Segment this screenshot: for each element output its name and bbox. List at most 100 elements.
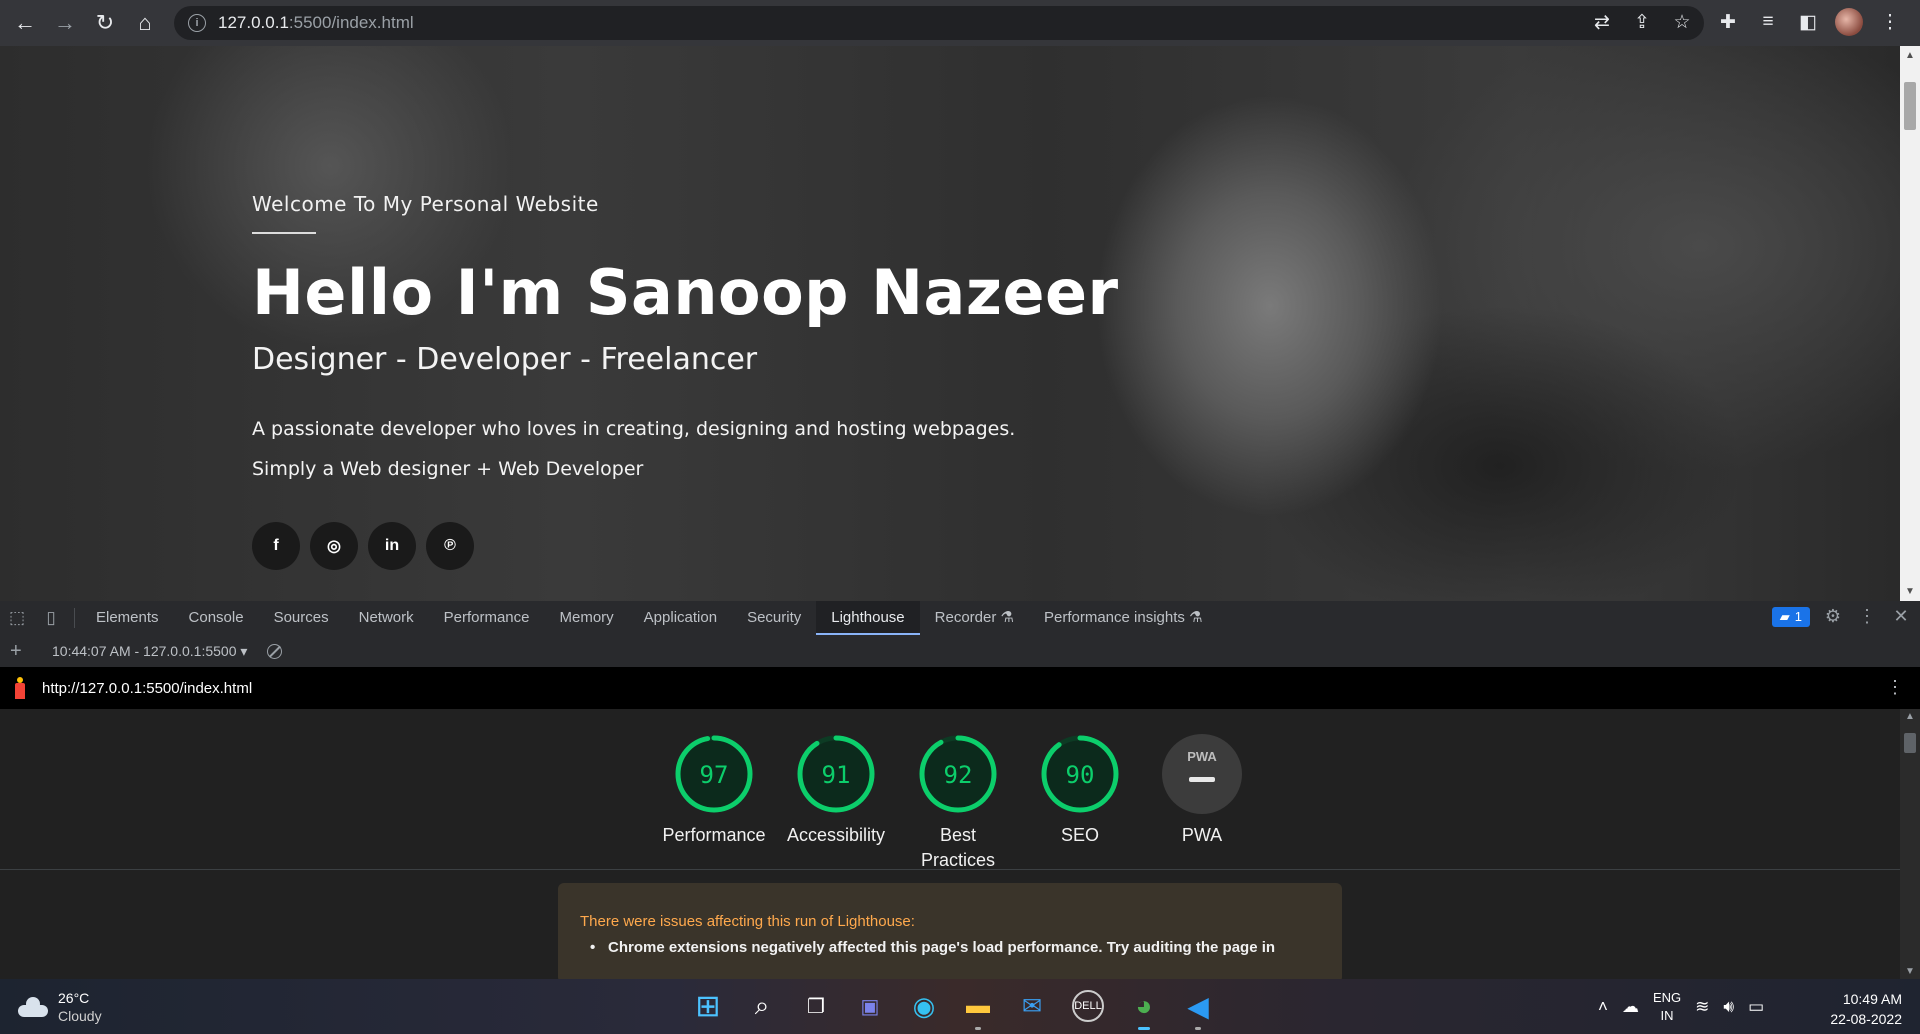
- pwa-badge-icon: PWA: [1162, 734, 1242, 814]
- close-icon[interactable]: ✕: [1890, 606, 1912, 627]
- gauge-seo[interactable]: 90 SEO: [1019, 733, 1141, 873]
- reload-icon[interactable]: ↻: [90, 8, 120, 38]
- scroll-up-arrow-icon[interactable]: ▲: [1905, 711, 1915, 722]
- pinterest-icon[interactable]: ℗: [426, 522, 474, 570]
- forward-icon[interactable]: →: [50, 8, 80, 38]
- report-url[interactable]: http://127.0.0.1:5500/index.html: [42, 680, 252, 697]
- devtools-scrollbar[interactable]: ▲ ▼: [1900, 709, 1920, 979]
- gauge-performance[interactable]: 97 Performance: [653, 733, 775, 873]
- gauge-ring: 97: [675, 735, 753, 813]
- browser-menu-icon[interactable]: ⋮: [1877, 11, 1903, 34]
- inspect-element-icon[interactable]: ⬚: [0, 608, 34, 628]
- tab-performance[interactable]: Performance: [429, 601, 545, 635]
- clear-reports-icon[interactable]: [267, 643, 283, 659]
- task-view-icon[interactable]: ❐: [798, 988, 834, 1024]
- taskbar-apps: ⊞ ⌕ ❐ ▣ ◉ ▬ ✉ DELL ◕ ◀: [690, 988, 1216, 1030]
- tab-recorder[interactable]: Recorder ⚗: [920, 601, 1029, 635]
- issues-icon: ▰: [1779, 608, 1790, 624]
- mail-icon[interactable]: ✉: [1014, 988, 1050, 1024]
- reading-list-icon[interactable]: ≡: [1755, 11, 1781, 33]
- page-scrollbar[interactable]: ▲ ▼: [1900, 46, 1920, 601]
- device-toolbar-icon[interactable]: ▯: [34, 608, 68, 628]
- vscode-icon[interactable]: ◀: [1180, 988, 1216, 1030]
- gauge-score: 97: [700, 761, 729, 789]
- teams-chat-icon[interactable]: ▣: [852, 988, 888, 1024]
- devtools-panel: ⬚ ▯ Elements Console Sources Network Per…: [0, 601, 1920, 979]
- tab-application[interactable]: Application: [629, 601, 732, 635]
- system-tray: ˄ ☁ ENG IN ≋ 🔊︎ ▭: [1598, 989, 1764, 1025]
- url-host: 127.0.0.1: [218, 13, 289, 32]
- issues-badge[interactable]: ▰ 1: [1771, 606, 1810, 627]
- report-selector[interactable]: 10:44:07 AM - 127.0.0.1:5500 ▾: [52, 643, 247, 660]
- devtools-scroll-thumb[interactable]: [1904, 733, 1916, 753]
- cloud-icon: [18, 997, 48, 1017]
- flask-icon: ⚗: [1000, 609, 1014, 626]
- edge-browser-icon[interactable]: ◉: [906, 988, 942, 1024]
- warning-title: There were issues affecting this run of …: [580, 913, 915, 930]
- tab-lighthouse[interactable]: Lighthouse: [816, 601, 920, 635]
- show-hidden-icons-chevron-icon[interactable]: ˄: [1598, 997, 1608, 1017]
- scroll-up-arrow-icon[interactable]: ▲: [1905, 50, 1915, 61]
- profile-avatar[interactable]: [1835, 8, 1863, 36]
- flask-icon: ⚗: [1189, 609, 1203, 626]
- report-menu-icon[interactable]: ⋮: [1886, 677, 1904, 698]
- onedrive-cloud-icon[interactable]: ☁: [1622, 997, 1639, 1017]
- address-url[interactable]: 127.0.0.1:5500/index.html: [218, 13, 414, 33]
- bookmark-star-icon[interactable]: ☆: [1670, 11, 1694, 34]
- linkedin-icon[interactable]: in: [368, 522, 416, 570]
- gauge-label: Best Practices: [920, 825, 996, 870]
- side-panel-icon[interactable]: ◧: [1795, 11, 1821, 34]
- report-divider: [0, 869, 1900, 870]
- pwa-badge-text: PWA: [1187, 749, 1217, 764]
- facebook-icon[interactable]: f: [252, 522, 300, 570]
- welcome-text: Welcome To My Personal Website: [252, 192, 599, 216]
- tab-memory[interactable]: Memory: [545, 601, 629, 635]
- tab-security[interactable]: Security: [732, 601, 816, 635]
- gauge-score: 90: [1066, 761, 1095, 789]
- dell-icon[interactable]: DELL: [1072, 990, 1104, 1022]
- wifi-icon[interactable]: ≋: [1695, 997, 1709, 1017]
- gauge-label: SEO: [1060, 825, 1099, 845]
- battery-icon[interactable]: ▭: [1748, 997, 1764, 1017]
- clock-date: 22-08-2022: [1830, 1011, 1902, 1027]
- gauge-pwa[interactable]: PWA PWA: [1141, 733, 1263, 873]
- gauge-label: Performance: [662, 825, 766, 845]
- gauge-best-practices[interactable]: 92 Best Practices: [897, 733, 1019, 873]
- language-indicator[interactable]: ENG IN: [1653, 989, 1681, 1025]
- tab-network[interactable]: Network: [344, 601, 429, 635]
- instagram-icon[interactable]: ◎: [310, 522, 358, 570]
- home-icon[interactable]: ⌂: [130, 8, 160, 38]
- back-icon[interactable]: ←: [10, 8, 40, 38]
- share-icon[interactable]: ⇪: [1630, 11, 1654, 34]
- volume-icon[interactable]: 🔊︎: [1723, 997, 1734, 1017]
- extensions-icon[interactable]: ✚: [1715, 11, 1741, 34]
- hero-description-2: Simply a Web designer + Web Developer: [252, 458, 644, 480]
- search-icon[interactable]: ⌕: [744, 988, 780, 1024]
- weather-widget[interactable]: 26°C Cloudy: [18, 989, 102, 1025]
- scroll-down-arrow-icon[interactable]: ▼: [1905, 586, 1915, 597]
- browser-toolbar: ← → ↻ ⌂ i 127.0.0.1:5500/index.html ⇄ ⇪ …: [0, 0, 1920, 46]
- tab-performance-insights[interactable]: Performance insights ⚗: [1029, 601, 1218, 635]
- lighthouse-report: 97 Performance 91 Accessibility 92 Best: [0, 709, 1900, 979]
- tab-sources[interactable]: Sources: [259, 601, 344, 635]
- translate-icon[interactable]: ⇄: [1590, 11, 1614, 34]
- gauge-label: Accessibility: [786, 825, 886, 845]
- chrome-icon[interactable]: ◕: [1126, 988, 1162, 1030]
- hero-roles: Designer - Developer - Freelancer: [252, 342, 758, 377]
- file-explorer-icon[interactable]: ▬: [960, 988, 996, 1030]
- settings-gear-icon[interactable]: ⚙: [1822, 606, 1844, 627]
- start-windows-icon[interactable]: ⊞: [690, 988, 726, 1024]
- scroll-down-arrow-icon[interactable]: ▼: [1905, 966, 1915, 977]
- address-bar[interactable]: i 127.0.0.1:5500/index.html ⇄ ⇪ ☆: [174, 6, 1704, 40]
- gauge-accessibility[interactable]: 91 Accessibility: [775, 733, 897, 873]
- warning-box: There were issues affecting this run of …: [558, 883, 1342, 979]
- tab-console[interactable]: Console: [174, 601, 259, 635]
- page-scroll-thumb[interactable]: [1904, 82, 1916, 130]
- new-report-plus-icon[interactable]: +: [10, 640, 32, 663]
- devtools-menu-icon[interactable]: ⋮: [1856, 606, 1878, 627]
- site-info-icon[interactable]: i: [188, 14, 206, 32]
- tab-elements[interactable]: Elements: [81, 601, 174, 635]
- gauge-score: 91: [822, 761, 851, 789]
- lighthouse-toolbar: + 10:44:07 AM - 127.0.0.1:5500 ▾: [0, 635, 1920, 668]
- taskbar-clock[interactable]: 10:49 AM 22-08-2022: [1818, 989, 1902, 1029]
